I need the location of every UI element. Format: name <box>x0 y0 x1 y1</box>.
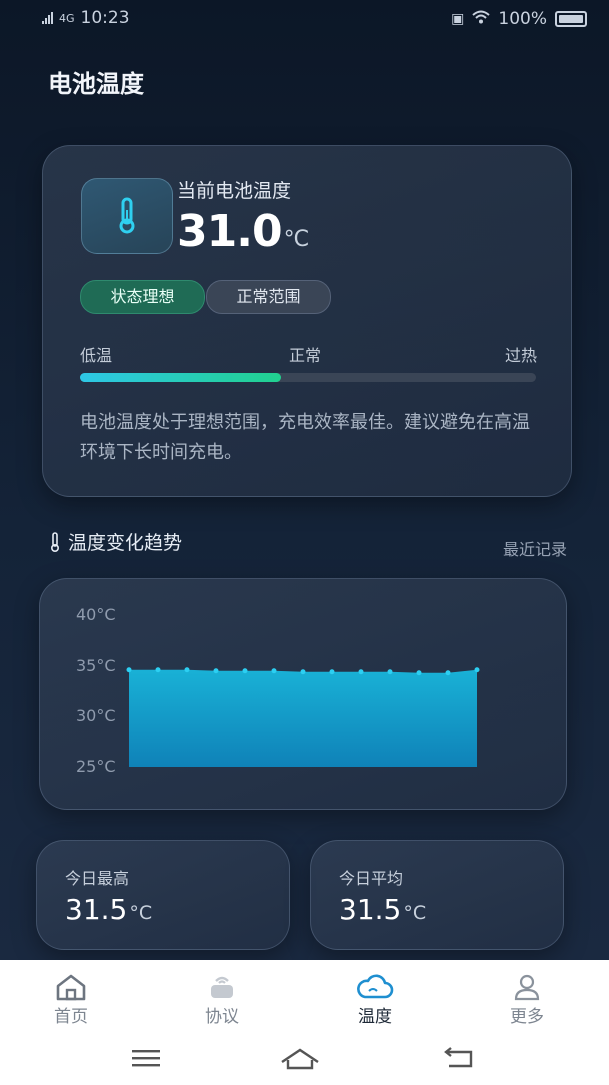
trend-point <box>329 669 335 675</box>
current-temp-label: 当前电池温度 <box>177 180 292 202</box>
trend-point <box>474 667 480 673</box>
trend-point <box>271 668 277 674</box>
vibrate-icon: ▣ <box>451 11 465 27</box>
today-avg-unit: °C <box>403 902 427 924</box>
home-icon <box>56 974 86 1001</box>
app-screen: 4G 10:23 ▣ 100% 电池温度 当前电池温度 31.0°C 状态理想 … <box>0 0 609 960</box>
range-label-low: 低温 <box>80 346 113 365</box>
current-temp-card: 当前电池温度 31.0°C 状态理想 正常范围 低温 正常 过热 电池温度处于理… <box>42 145 572 497</box>
trend-chart <box>126 667 480 767</box>
nav-label-home: 首页 <box>54 1007 88 1027</box>
page-title: 电池温度 <box>48 70 144 98</box>
trend-title: 温度变化趋势 <box>68 532 183 554</box>
trend-point <box>213 668 219 674</box>
today-avg-label: 今日平均 <box>339 869 404 888</box>
recent-records-link[interactable]: 最近记录 <box>503 536 567 560</box>
user-icon <box>514 974 540 1001</box>
range-label-hot: 过热 <box>504 346 537 365</box>
today-avg-card: 今日平均 31.5 °C <box>310 840 564 950</box>
today-avg-value-row: 31.5 °C <box>339 893 426 926</box>
trend-point <box>445 670 451 676</box>
signal-icon <box>42 12 53 24</box>
battery-icon <box>555 11 587 27</box>
trend-area <box>129 669 477 767</box>
status-left: 4G 10:23 <box>42 8 130 28</box>
status-bar: 4G 10:23 ▣ 100% <box>0 0 609 38</box>
router-icon <box>211 976 233 998</box>
trend-point <box>184 667 190 673</box>
range-badge: 正常范围 <box>206 280 331 314</box>
bottom-nav: 首页 协议 温度 更多 <box>0 960 609 1040</box>
nav-item-more[interactable]: 更多 <box>477 972 577 1027</box>
network-type: 4G <box>59 11 75 25</box>
wifi-icon <box>472 9 491 29</box>
today-max-card: 今日最高 31.5 °C <box>36 840 290 950</box>
thermometer-icon <box>119 197 135 234</box>
current-temp-value: 31.0 <box>177 206 283 257</box>
battery-percent: 100% <box>498 9 547 29</box>
trend-point <box>300 669 306 675</box>
nav-item-temperature[interactable]: 温度 <box>325 972 425 1027</box>
nav-label-more: 更多 <box>510 1007 544 1027</box>
current-temp-unit: °C <box>283 227 309 252</box>
trend-point <box>387 669 393 675</box>
today-max-value-row: 31.5 °C <box>65 893 152 926</box>
today-max-unit: °C <box>129 902 153 924</box>
home-nav-icon[interactable] <box>280 1046 320 1076</box>
status-right: ▣ 100% <box>451 9 587 29</box>
nav-label-protocol: 协议 <box>205 1007 239 1027</box>
today-max-value: 31.5 <box>65 893 128 926</box>
temp-range-bar <box>80 373 536 382</box>
trend-point <box>126 667 132 673</box>
range-label-normal: 正常 <box>289 346 322 365</box>
trend-section-title: 温度变化趋势 <box>48 528 182 555</box>
menu-icon[interactable] <box>131 1046 161 1074</box>
today-max-label: 今日最高 <box>65 869 130 888</box>
temp-description: 电池温度处于理想范围，充电效率最佳。建议避免在高温环境下长时间充电。 <box>80 412 530 463</box>
cloud-icon <box>357 974 394 999</box>
nav-item-home[interactable]: 首页 <box>21 972 121 1027</box>
trend-point <box>242 668 248 674</box>
system-nav-bar <box>0 1040 609 1085</box>
thermometer-badge <box>81 178 173 254</box>
trend-point <box>155 667 161 673</box>
temp-range-fill <box>80 373 281 382</box>
trend-chart-card: 40°C 35°C 30°C 25°C <box>39 578 567 810</box>
today-avg-value: 31.5 <box>339 893 402 926</box>
thermometer-small-icon <box>50 531 60 552</box>
nav-label-temperature: 温度 <box>358 1007 392 1027</box>
nav-item-protocol[interactable]: 协议 <box>172 972 272 1027</box>
trend-point <box>416 670 422 676</box>
back-icon[interactable] <box>443 1046 475 1074</box>
trend-point <box>358 669 364 675</box>
current-temp-value-row: 31.0°C <box>177 206 309 257</box>
status-badge: 状态理想 <box>80 280 205 314</box>
status-time: 10:23 <box>80 8 130 28</box>
